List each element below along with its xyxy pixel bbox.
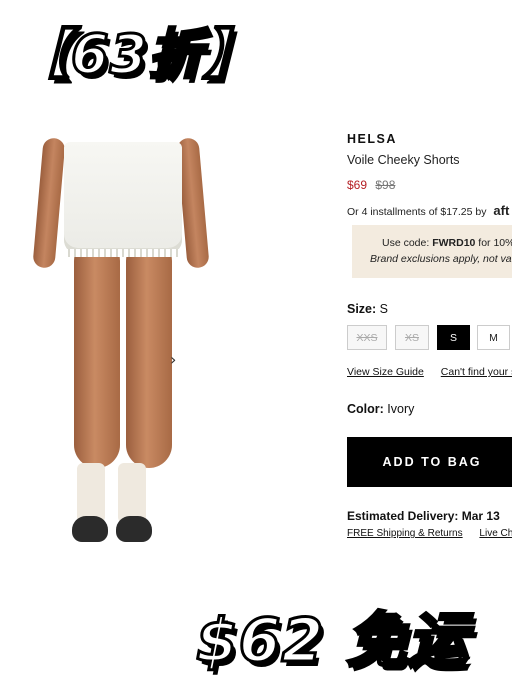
estimated-delivery: Estimated Delivery: Mar 13: [347, 509, 500, 523]
model-leg-right: [126, 238, 172, 468]
size-label-text: Size:: [347, 302, 377, 316]
cant-find-size-link[interactable]: Can't find your s: [441, 366, 512, 378]
promo-line2: Brand exclusions apply, not va: [370, 253, 512, 265]
promo-box: Use code: FWRD10 for 10% Brand exclusion…: [352, 225, 512, 278]
size-option-m[interactable]: M: [477, 325, 510, 350]
chevron-right-icon[interactable]: ›: [170, 350, 176, 369]
shorts-garment: [64, 142, 182, 257]
size-option-xxs[interactable]: XXS: [347, 325, 387, 350]
promo-code: FWRD10: [432, 237, 476, 249]
original-price: $98: [375, 178, 396, 192]
view-size-guide-link[interactable]: View Size Guide: [347, 366, 424, 378]
promo-prefix: Use code:: [382, 237, 433, 249]
price-banner: $62 免运: [194, 605, 469, 678]
size-links: View Size Guide Can't find your s: [347, 366, 512, 378]
brand-name[interactable]: HELSA: [347, 132, 512, 146]
color-value: Ivory: [387, 402, 415, 416]
live-chat-link[interactable]: Live Ch: [479, 528, 512, 539]
model-arm-left: [32, 137, 66, 269]
product-name: Voile Cheeky Shorts: [347, 153, 460, 167]
sock-left: [77, 463, 105, 523]
shoe-left: [72, 516, 108, 542]
product-image[interactable]: [30, 128, 230, 558]
price: $69 $98: [347, 178, 512, 192]
color-row: Color: Ivory: [347, 402, 414, 416]
model-leg-left: [74, 238, 120, 468]
shipping-links: FREE Shipping & Returns Live Ch: [347, 528, 512, 539]
discount-banner: 【63折】: [14, 22, 259, 88]
promo-line1: Use code: FWRD10 for 10%: [382, 237, 512, 249]
promo-suffix: for 10%: [475, 237, 512, 249]
sale-price: $69: [347, 178, 368, 192]
installments-label: Or 4 installments of $17.25 by: [347, 206, 487, 218]
selected-size: S: [379, 302, 389, 316]
sock-right: [118, 463, 146, 523]
size-option-xs[interactable]: XS: [395, 325, 429, 350]
product-info: HELSA Voile Cheeky Shorts $69 $98 Or 4 i…: [347, 132, 512, 218]
size-label: Size: S: [347, 302, 388, 316]
color-label: Color:: [347, 402, 384, 416]
add-to-bag-button[interactable]: ADD TO BAG: [347, 437, 512, 487]
installments-text: Or 4 installments of $17.25 by aft: [347, 203, 512, 218]
shoe-right: [116, 516, 152, 542]
free-shipping-link[interactable]: FREE Shipping & Returns: [347, 528, 463, 539]
size-option-s[interactable]: S: [437, 325, 470, 350]
installment-provider-logo[interactable]: aft: [493, 203, 509, 218]
